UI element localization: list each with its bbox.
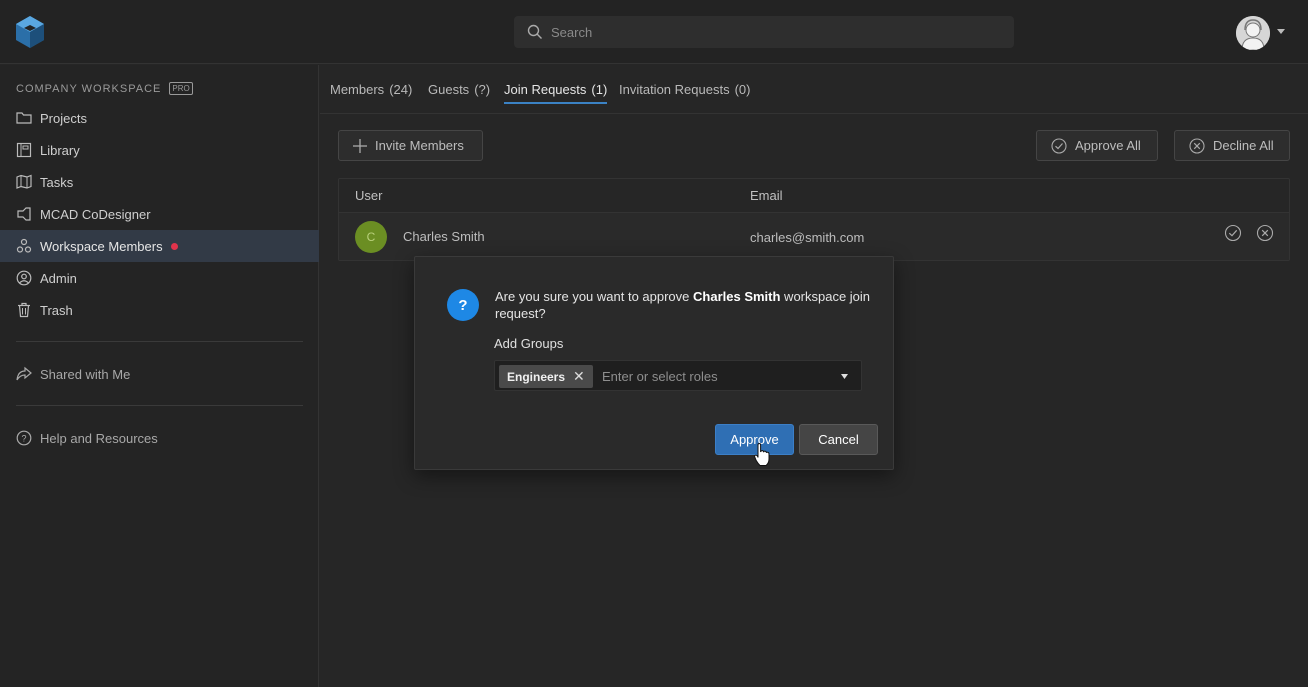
tab-join-requests[interactable]: Join Requests (1) xyxy=(504,65,608,113)
decline-all-label: Decline All xyxy=(1213,138,1274,153)
approve-all-button[interactable]: Approve All xyxy=(1036,130,1158,161)
message-prefix: Are you sure you want to approve xyxy=(495,289,694,304)
workspace-label: COMPANY WORKSPACE PRO xyxy=(16,82,193,95)
search-icon xyxy=(527,24,542,39)
sidebar-item-label: Workspace Members xyxy=(40,238,163,254)
user-name: Charles Smith xyxy=(403,229,485,244)
top-bar xyxy=(0,0,1308,64)
sidebar-item-label: MCAD CoDesigner xyxy=(40,206,151,222)
svg-text:?: ? xyxy=(21,434,26,444)
approve-row-icon[interactable] xyxy=(1224,224,1242,242)
sidebar-item-label: Projects xyxy=(40,110,87,126)
user-email: charles@smith.com xyxy=(750,230,865,245)
members-icon xyxy=(16,238,32,254)
table-row: C Charles Smith charles@smith.com xyxy=(339,212,1289,260)
approve-request-dialog: ? Are you sure you want to approve Charl… xyxy=(414,256,894,470)
question-icon: ? xyxy=(447,289,479,321)
join-requests-table: User Email C Charles Smith charles@smith… xyxy=(338,178,1290,261)
chevron-down-icon[interactable] xyxy=(841,374,848,379)
roles-input-placeholder[interactable]: Enter or select roles xyxy=(602,369,718,384)
user-initial-avatar: C xyxy=(355,221,387,253)
cancel-button[interactable]: Cancel xyxy=(799,424,878,455)
check-circle-icon xyxy=(1051,137,1067,154)
tab-bar: Members (24) Guests (?) Join Requests (1) I… xyxy=(320,65,1308,114)
tab-count: (?) xyxy=(474,81,491,97)
sidebar-item-label: Shared with Me xyxy=(40,366,131,382)
approve-all-label: Approve All xyxy=(1075,138,1141,153)
invite-members-button[interactable]: Invite Members xyxy=(338,130,483,161)
chevron-down-icon[interactable] xyxy=(1277,29,1285,34)
sidebar-divider xyxy=(16,341,303,342)
tab-count: (24) xyxy=(389,81,413,97)
column-header-email: Email xyxy=(750,188,783,203)
app-logo-icon[interactable] xyxy=(14,15,46,49)
sidebar-item-projects[interactable]: Projects xyxy=(0,102,319,134)
search-bar[interactable] xyxy=(514,16,1014,48)
admin-icon xyxy=(16,270,32,286)
sidebar-item-tasks[interactable]: Tasks xyxy=(0,166,319,198)
search-input[interactable] xyxy=(551,24,991,40)
user-avatar[interactable] xyxy=(1236,16,1270,50)
tab-count: (0) xyxy=(734,81,751,97)
help-icon: ? xyxy=(16,430,32,446)
tab-members[interactable]: Members (24) xyxy=(330,65,412,113)
column-header-user: User xyxy=(355,188,383,203)
codesigner-icon xyxy=(16,206,32,222)
close-circle-icon xyxy=(1189,137,1205,154)
sidebar-item-help[interactable]: ? Help and Resources xyxy=(0,422,319,454)
tab-invitation-requests[interactable]: Invitation Requests (0) xyxy=(619,65,750,113)
workspace-name: COMPANY WORKSPACE xyxy=(16,82,162,95)
sidebar-item-label: Tasks xyxy=(40,174,74,190)
roles-select[interactable]: Engineers ✕ Enter or select roles xyxy=(494,360,862,391)
trash-icon xyxy=(16,302,32,318)
message-user-name: Charles Smith xyxy=(693,289,781,304)
library-icon xyxy=(16,142,32,158)
invite-members-label: Invite Members xyxy=(375,138,464,153)
tab-count: (1) xyxy=(591,81,608,97)
sidebar-item-trash[interactable]: Trash xyxy=(0,294,319,326)
sidebar-item-label: Trash xyxy=(40,302,73,318)
plus-icon xyxy=(353,138,367,153)
pro-badge: PRO xyxy=(169,82,193,95)
decline-row-icon[interactable] xyxy=(1256,224,1274,242)
sidebar-item-label: Library xyxy=(40,142,80,158)
decline-all-button[interactable]: Decline All xyxy=(1174,130,1290,161)
sidebar-item-workspace-members[interactable]: Workspace Members xyxy=(0,230,319,262)
notification-dot xyxy=(170,242,178,250)
sidebar-item-label: Admin xyxy=(40,270,77,286)
tab-label: Guests xyxy=(428,81,470,97)
hand-cursor-icon xyxy=(754,443,770,466)
tab-label: Join Requests xyxy=(504,81,587,97)
share-icon xyxy=(16,366,32,382)
tab-label: Invitation Requests xyxy=(619,81,730,97)
sidebar-item-mcad-codesigner[interactable]: MCAD CoDesigner xyxy=(0,198,319,230)
group-chip-label: Engineers xyxy=(507,369,566,384)
add-groups-label: Add Groups xyxy=(494,336,564,351)
sidebar-item-shared-with-me[interactable]: Shared with Me xyxy=(0,358,319,390)
remove-chip-icon[interactable]: ✕ xyxy=(573,368,585,385)
sidebar-item-label: Help and Resources xyxy=(40,430,158,446)
folder-icon xyxy=(16,110,32,126)
group-chip: Engineers ✕ xyxy=(499,365,593,388)
tab-label: Members xyxy=(330,81,385,97)
dialog-message: Are you sure you want to approve Charles… xyxy=(495,288,875,322)
sidebar-divider xyxy=(16,405,303,406)
sidebar-item-admin[interactable]: Admin xyxy=(0,262,319,294)
tab-guests[interactable]: Guests (?) xyxy=(428,65,490,113)
sidebar-item-library[interactable]: Library xyxy=(0,134,319,166)
tasks-icon xyxy=(16,174,32,190)
sidebar: COMPANY WORKSPACE PRO Projects Library T… xyxy=(0,65,319,687)
